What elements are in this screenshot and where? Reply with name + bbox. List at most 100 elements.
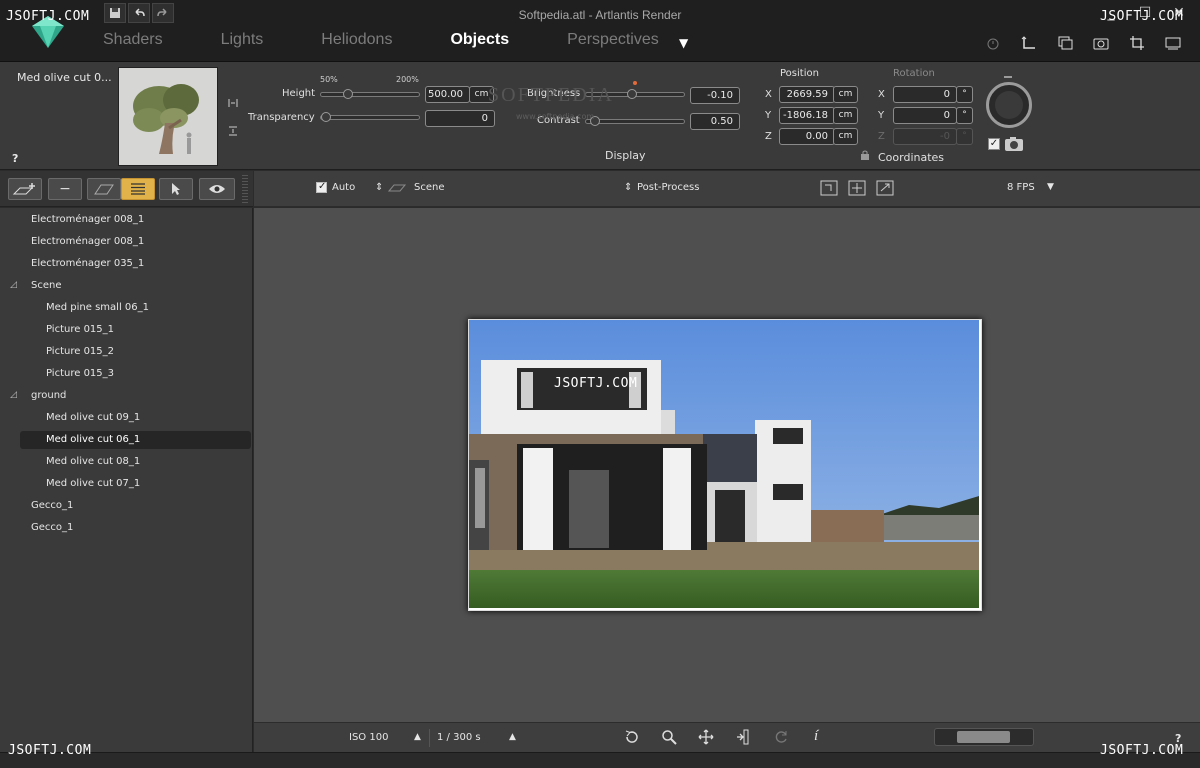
shutter-up-icon[interactable]: ▲ bbox=[509, 732, 516, 742]
tree-group[interactable]: ◿ Scene bbox=[10, 277, 251, 295]
tab-objects[interactable]: Objects bbox=[450, 31, 509, 53]
height-slider-knob[interactable] bbox=[343, 89, 353, 99]
transparency-slider-knob[interactable] bbox=[321, 112, 331, 122]
object-name: Med olive cut 0... bbox=[17, 71, 112, 84]
tab-shaders[interactable]: Shaders bbox=[103, 31, 163, 53]
scrubber-knob[interactable] bbox=[957, 731, 1010, 743]
tree-group[interactable]: ◿ ground bbox=[10, 387, 251, 405]
lock-icon[interactable] bbox=[860, 150, 870, 160]
rotation-x-field[interactable]: 0 bbox=[893, 86, 957, 103]
transparency-field[interactable]: 0 bbox=[425, 110, 495, 127]
add-object-button[interactable] bbox=[8, 178, 42, 200]
frame-expand-icon[interactable] bbox=[876, 180, 894, 196]
position-y-unit[interactable]: cm bbox=[833, 107, 858, 124]
timer-icon[interactable] bbox=[984, 34, 1002, 52]
position-z-field[interactable]: 0.00 bbox=[779, 128, 835, 145]
shutter-value[interactable]: 1 / 300 s bbox=[437, 732, 481, 743]
scene-stepper-icon[interactable]: ⇕ bbox=[375, 182, 383, 193]
copy-view-icon[interactable] bbox=[1056, 34, 1074, 52]
tree-item[interactable]: Electroménager 008_1 bbox=[20, 211, 251, 229]
tree-item[interactable]: Gecco_1 bbox=[20, 497, 251, 515]
watermark-top-right: JSOFTJ.COM bbox=[1100, 9, 1184, 24]
walk-through-icon[interactable] bbox=[735, 729, 751, 745]
tab-heliodons[interactable]: Heliodons bbox=[321, 31, 392, 53]
contrast-field[interactable]: 0.50 bbox=[690, 113, 740, 130]
position-x-field[interactable]: 2669.59 bbox=[779, 86, 835, 103]
fps-chevron-down-icon[interactable]: ▼ bbox=[1047, 182, 1054, 192]
render-watermark: JSOFTJ.COM bbox=[554, 376, 638, 391]
camera-icon[interactable] bbox=[1092, 34, 1110, 52]
tree-item[interactable]: Med olive cut 06_1 bbox=[20, 431, 251, 449]
list-view-button[interactable] bbox=[121, 178, 155, 200]
iso-up-icon[interactable]: ▲ bbox=[414, 732, 421, 742]
plane-view-button[interactable] bbox=[87, 178, 121, 200]
fit-width-icon[interactable] bbox=[228, 98, 238, 108]
position-y-field[interactable]: -1806.18 bbox=[779, 107, 835, 124]
tree-item[interactable]: Picture 015_3 bbox=[20, 365, 251, 383]
watermark-top-left: JSOFTJ.COM bbox=[6, 9, 90, 24]
crop-icon[interactable] bbox=[1128, 34, 1146, 52]
tree-item[interactable]: Med olive cut 09_1 bbox=[20, 409, 251, 427]
height-slider[interactable] bbox=[320, 89, 420, 99]
object-thumbnail[interactable] bbox=[118, 67, 218, 166]
modified-indicator-icon bbox=[633, 81, 637, 85]
frame-collapse-icon[interactable] bbox=[820, 180, 838, 196]
position-y-label: Y bbox=[765, 110, 772, 121]
tree-item[interactable]: Electroménager 035_1 bbox=[20, 255, 251, 273]
position-x-label: X bbox=[765, 89, 772, 100]
tree-item-label: Picture 015_2 bbox=[46, 346, 115, 357]
camera-follow-checkbox[interactable]: ✓ bbox=[988, 138, 1000, 150]
height-field[interactable]: 500.00 bbox=[425, 86, 470, 103]
visibility-button[interactable] bbox=[199, 178, 235, 200]
auto-checkbox[interactable]: ✓ bbox=[316, 181, 327, 193]
tab-lights[interactable]: Lights bbox=[221, 31, 264, 53]
fit-height-icon[interactable] bbox=[228, 126, 238, 136]
pan-icon[interactable] bbox=[698, 729, 714, 745]
panel-grip[interactable] bbox=[242, 175, 248, 203]
transparency-slider[interactable] bbox=[320, 112, 420, 122]
tree-item[interactable]: Electroménager 008_1 bbox=[20, 233, 251, 251]
snapshot-camera-icon[interactable] bbox=[1004, 136, 1024, 152]
expand-triangle-icon[interactable]: ◿ bbox=[10, 390, 17, 400]
rotation-dial[interactable] bbox=[986, 82, 1032, 128]
axis-icon[interactable] bbox=[1020, 34, 1038, 52]
info-icon[interactable]: í bbox=[814, 728, 818, 745]
rotation-x-label: X bbox=[878, 89, 885, 100]
rotation-y-field[interactable]: 0 bbox=[893, 107, 957, 124]
position-z-unit[interactable]: cm bbox=[833, 128, 858, 145]
render-preview[interactable]: JSOFTJ.COM bbox=[468, 319, 982, 611]
tree-item[interactable]: Gecco_1 bbox=[20, 519, 251, 537]
iso-value[interactable]: ISO 100 bbox=[349, 732, 388, 743]
select-tool-button[interactable] bbox=[159, 178, 193, 200]
timeline-scrubber[interactable] bbox=[934, 728, 1034, 746]
expand-triangle-icon[interactable]: ◿ bbox=[10, 280, 17, 290]
position-x-unit[interactable]: cm bbox=[833, 86, 858, 103]
tab-perspectives[interactable]: Perspectives bbox=[567, 31, 659, 53]
tree-item[interactable]: Med olive cut 07_1 bbox=[20, 475, 251, 493]
zoom-icon[interactable] bbox=[661, 729, 677, 745]
main-nav: Shaders Lights Heliodons Objects Perspec… bbox=[103, 31, 717, 53]
scene-dropdown[interactable]: Scene bbox=[414, 182, 445, 193]
help-button[interactable]: ? bbox=[12, 152, 18, 165]
contrast-slider[interactable] bbox=[585, 116, 685, 126]
fps-dropdown[interactable]: 8 FPS bbox=[1007, 182, 1035, 193]
frame-move-icon[interactable] bbox=[848, 180, 866, 196]
tree-item[interactable]: Picture 015_2 bbox=[20, 343, 251, 361]
display-section-label: Display bbox=[605, 149, 646, 162]
tree-item[interactable]: Picture 015_1 bbox=[20, 321, 251, 339]
remove-object-button[interactable]: − bbox=[48, 178, 82, 200]
fullscreen-icon[interactable] bbox=[1164, 34, 1182, 52]
brightness-field[interactable]: -0.10 bbox=[690, 87, 740, 104]
reset-view-icon[interactable] bbox=[624, 729, 640, 745]
perspectives-dropdown-icon[interactable]: ▼ bbox=[679, 36, 688, 50]
dial-marker-icon bbox=[1004, 76, 1012, 82]
render-viewport[interactable]: JSOFTJ.COM bbox=[254, 208, 1200, 722]
brightness-slider-knob[interactable] bbox=[627, 89, 637, 99]
postprocess-stepper-icon[interactable]: ⇕ bbox=[624, 182, 632, 193]
softpedia-url-watermark: www.softpedia.com bbox=[516, 112, 595, 121]
tree-item[interactable]: Med olive cut 08_1 bbox=[20, 453, 251, 471]
camera-bottom-bar: ISO 100 ▲ 1 / 300 s ▲ í ? bbox=[254, 722, 1200, 752]
tree-item[interactable]: Med pine small 06_1 bbox=[20, 299, 251, 317]
postprocess-dropdown[interactable]: Post-Process bbox=[637, 182, 699, 193]
object-tree-toolbar: − bbox=[0, 171, 253, 207]
